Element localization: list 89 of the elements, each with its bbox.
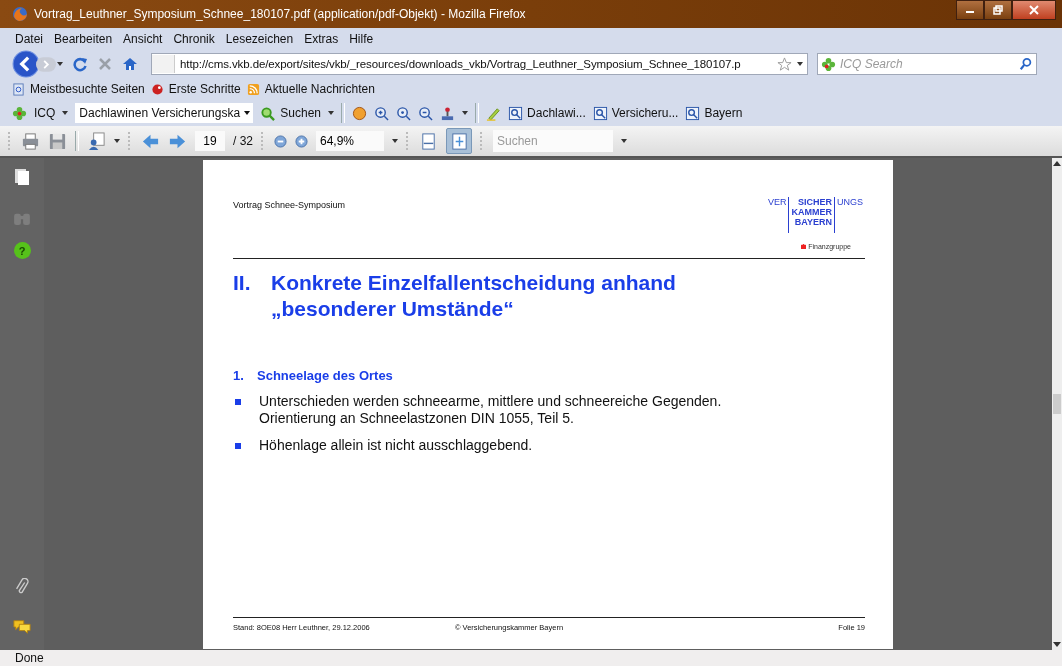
menu-item[interactable]: Extras (304, 32, 339, 46)
toolbar-menu[interactable]: ICQ (34, 106, 56, 120)
page-count: / 32 (233, 134, 253, 148)
dropdown-icon[interactable] (392, 139, 398, 143)
reload-icon[interactable] (72, 56, 88, 72)
bullet-text: Orientierung an Schneelastzonen DIN 1055, Teil 5. (259, 410, 575, 427)
magnifier-icon[interactable] (396, 105, 412, 121)
search-page-icon (685, 105, 701, 121)
zoom-in-icon[interactable] (374, 105, 390, 121)
comments-icon[interactable] (13, 618, 31, 636)
search-field[interactable]: ICQ Search (817, 53, 1037, 75)
menu-item[interactable]: Lesezeichen (225, 32, 294, 46)
home-icon[interactable] (122, 56, 138, 72)
url-text: http://cms.vkb.de/export/sites/vkb/_resources/downloads_vkb/Vortrag_Leuthner_Symposium_Schnee_180107.p (180, 58, 742, 70)
fit-page-icon (449, 131, 469, 151)
bullet-text: Höhenlage allein ist nicht ausschlaggebend. (259, 437, 533, 454)
logo-text: KAMMER (791, 207, 832, 217)
restore-button[interactable] (984, 0, 1012, 20)
scrollbar[interactable] (1052, 158, 1062, 650)
search-link[interactable]: Dachlawi... (508, 105, 586, 121)
save-icon[interactable] (48, 131, 67, 151)
back-button-icon[interactable] (12, 50, 40, 78)
print-icon[interactable] (21, 131, 40, 151)
logo-text: BAYERN (794, 217, 832, 227)
dropdown-icon[interactable] (462, 111, 469, 115)
bookmark-link[interactable]: Meistbesuchte Seiten (12, 82, 145, 96)
menu-item[interactable]: Ansicht (123, 32, 163, 46)
menu-item[interactable]: Bearbeiten (54, 32, 113, 46)
rss-icon (246, 82, 260, 96)
joystick-icon[interactable] (440, 105, 456, 121)
section-number: 1. (233, 368, 245, 383)
search-button[interactable]: Suchen (260, 105, 322, 121)
slide-title: Konkrete Einzelfallentscheidung anhand (271, 270, 676, 296)
zoom-field[interactable]: 64,9% (316, 131, 384, 151)
close-button[interactable] (1012, 0, 1056, 20)
menu-item[interactable]: Hilfe (349, 32, 374, 46)
search-page-icon (508, 105, 524, 121)
browser-logo-icon (12, 6, 28, 22)
search-combo-box[interactable]: Dachlawinen Versicherungska (75, 103, 254, 123)
search-link[interactable]: Bayern (685, 105, 743, 121)
zoom-out-icon[interactable] (418, 105, 434, 121)
flower-icon[interactable] (821, 56, 836, 72)
bullet-text: Unterschieden werden schneearme, mittlere und schneereiche Gegenden. (259, 393, 722, 410)
dropdown-icon[interactable] (62, 111, 69, 115)
flower-icon[interactable] (12, 105, 27, 121)
dropdown-icon[interactable] (797, 62, 803, 66)
fit-page-button[interactable] (446, 128, 472, 154)
forward-button-icon[interactable] (36, 55, 56, 73)
minimize-button[interactable] (956, 0, 984, 20)
history-dropdown-icon[interactable] (57, 62, 63, 66)
zoom-in-icon[interactable] (295, 134, 308, 148)
logo-text: VER (766, 197, 788, 207)
scroll-thumb[interactable] (1053, 394, 1061, 414)
logo-text: SICHER (797, 197, 832, 207)
dropdown-icon[interactable] (328, 111, 335, 115)
slide-title: „besonderer Umstände“ (271, 296, 515, 322)
address-bar[interactable]: http://cms.vkb.de/export/sites/vkb/_resources/downloads_vkb/Vortrag_Leuthner_Symposium_Schnee_180107.p (151, 53, 808, 75)
bullet-icon (235, 399, 241, 405)
bullet-icon (235, 443, 241, 449)
slide-title-number: II. (233, 270, 252, 296)
fit-width-icon[interactable] (419, 131, 438, 151)
dropdown-icon[interactable] (114, 139, 120, 143)
search-field[interactable]: Suchen (493, 130, 613, 152)
zoom-out-icon[interactable] (274, 134, 287, 148)
menu-item[interactable]: Datei (15, 32, 43, 46)
search-link[interactable]: Versicheru... (592, 105, 679, 121)
status-text: Done (15, 651, 44, 665)
section-heading: Schneelage des Ortes (257, 368, 393, 383)
dropdown-icon (244, 111, 251, 115)
pages-icon[interactable] (13, 168, 31, 186)
scroll-down-icon[interactable] (1053, 642, 1061, 647)
dropdown-icon[interactable] (621, 139, 627, 143)
window-title: Vortrag_Leuthner_Symposium_Schnee_180107.pdf (application/pdf-Objekt) - Mozilla Firefox (34, 7, 527, 21)
menu-item[interactable]: Chronik (173, 32, 215, 46)
bookmark-link[interactable]: Aktuelle Nachrichten (246, 82, 375, 96)
close-icon (1029, 5, 1039, 15)
search-icon[interactable] (1019, 57, 1033, 71)
restore-icon (993, 5, 1003, 15)
search-page-icon (592, 105, 608, 121)
star-icon[interactable] (777, 56, 792, 72)
logo-text: UNGS (836, 197, 864, 207)
page-icon (12, 82, 25, 96)
scroll-up-icon[interactable] (1053, 161, 1061, 166)
search-icon (260, 105, 276, 121)
bookmark-link[interactable]: Erste Schritte (150, 82, 241, 96)
help-icon[interactable]: ? (13, 242, 31, 259)
page-number-field[interactable]: 19 (195, 131, 225, 151)
paperclip-icon[interactable] (13, 578, 31, 596)
slide-header: Vortrag Schnee-Symposium (233, 199, 346, 210)
